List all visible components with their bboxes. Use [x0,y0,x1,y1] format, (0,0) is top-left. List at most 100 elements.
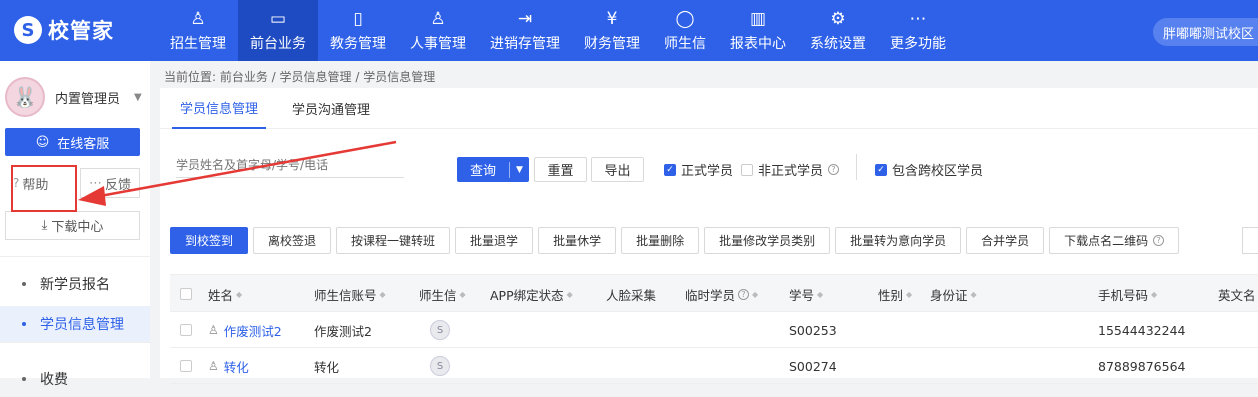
merge-students-button[interactable]: 合并学员 [966,227,1045,254]
nav-academic[interactable]: ▯ 教务管理 [318,0,398,61]
messaging-cell: S [430,348,450,384]
download-icon: ⤓ [41,218,48,233]
top-nav-bar: S 校管家 ♙ 招生管理 ▭ 前台业务 ▯ 教务管理 ♙ 人事管理 ⇥ 进销存管理 ¥ 财务… [0,0,1258,61]
sort-icon: ◆ [566,289,573,299]
reset-button[interactable]: 重置 [534,157,587,182]
report-icon: ▥ [749,9,767,29]
informal-student-checkbox[interactable]: 非正式学员 ? [741,160,840,179]
user-menu[interactable]: 🐰 内置管理员 ▼ [5,77,142,117]
check-in-button[interactable]: 到校签到 [170,227,249,254]
transfer-class-button[interactable]: 按课程一键转班 [336,227,451,254]
student-name-link[interactable]: ♙ 作废测试2 [208,312,282,348]
nav-inventory[interactable]: ⇥ 进销存管理 [478,0,572,61]
formal-student-checkbox[interactable]: ✓ 正式学员 [664,160,733,179]
campus-selector[interactable]: 胖嘟嘟测试校区 [1153,18,1258,46]
checkbox-checked-icon: ✓ [875,163,887,176]
sidebar-item-student-info[interactable]: 学员信息管理 [0,306,150,342]
col-id-card[interactable]: 身份证 ◆ [930,275,977,313]
book-icon: ▯ [353,9,363,29]
question-icon: ? [738,288,750,300]
cross-campus-checkbox[interactable]: ✓ 包含跨校区学员 [875,160,983,179]
student-no-cell: S00274 [789,358,837,374]
table-row[interactable]: ♙ 作废测试2 作废测试2 S S00253 15544432244 [170,312,1258,348]
checkbox-icon [741,163,753,176]
batch-delete-button[interactable]: 批量删除 [621,227,700,254]
logo[interactable]: S 校管家 [14,14,114,46]
sort-icon: ◆ [817,289,824,299]
tab-student-info[interactable]: 学员信息管理 [172,88,267,129]
tab-student-communication[interactable]: 学员沟通管理 [292,88,370,129]
bullet-icon [22,322,26,326]
batch-suspend-button[interactable]: 批量休学 [538,227,617,254]
online-service-button[interactable]: ☺ 在线客服 [5,128,140,156]
nav-finance[interactable]: ¥ 财务管理 [572,0,652,61]
checkbox-icon [180,288,192,300]
col-english-name[interactable]: 英文名 [1218,275,1256,313]
col-app-binding[interactable]: APP绑定状态 ◆ [490,275,573,313]
student-no-cell: S00253 [789,322,837,338]
help-highlight-box [11,165,77,212]
nav-hr[interactable]: ♙ 人事管理 [398,0,478,61]
account-cell: 转化 [314,359,340,375]
nav-more[interactable]: ⋯ 更多功能 [878,0,958,61]
col-phone[interactable]: 手机号码 ◆ [1098,275,1157,313]
sidebar-item-fees[interactable]: 收费 [0,361,150,397]
nav-messaging[interactable]: ◯ 师生信 [652,0,718,61]
download-center-button[interactable]: ⤓ 下载中心 [5,211,140,240]
nav-settings[interactable]: ⚙ 系统设置 [798,0,878,61]
batch-to-prospect-button[interactable]: 批量转为意向学员 [835,227,962,254]
row-checkbox[interactable] [180,312,192,348]
desk-icon: ▭ [269,9,287,29]
col-student-no[interactable]: 学号 ◆ [789,275,823,313]
col-name[interactable]: 姓名 ◆ [208,275,242,313]
divider [0,256,150,257]
student-table: 姓名 ◆ 师生信账号 ◆ 师生信 ◆ APP绑定状态 ◆ 人脸采集 临时学员? ◆ 学号 ◆… [170,274,1258,384]
logo-icon: S [14,16,42,44]
table-header: 姓名 ◆ 师生信账号 ◆ 师生信 ◆ APP绑定状态 ◆ 人脸采集 临时学员? ◆ 学号 ◆… [170,274,1258,312]
col-messaging[interactable]: 师生信 ◆ [419,275,466,313]
query-button[interactable]: 查询 ▼ [457,157,529,182]
col-temporary[interactable]: 临时学员? ◆ [685,275,758,313]
chevron-down-icon[interactable]: ▼ [510,165,529,175]
sort-icon: ◆ [236,289,243,299]
sort-icon: ◆ [906,289,913,299]
divider [856,154,857,180]
avatar: 🐰 [5,77,45,117]
col-face: 人脸采集 [606,287,657,303]
inventory-icon: ⇥ [517,9,533,29]
more-actions-button[interactable] [1242,227,1258,254]
table-row[interactable]: ♙ 转化 转化 S S00274 87889876564 [170,348,1258,384]
row-checkbox[interactable] [180,348,192,384]
sort-icon: ◆ [970,289,977,299]
checkbox-icon [180,360,192,372]
ellipsis-icon: ⋯ [89,175,102,191]
download-qrcode-button[interactable]: 下载点名二维码 ? [1049,227,1180,254]
nav-enrollment[interactable]: ♙ 招生管理 [158,0,238,61]
phone-cell: 87889876564 [1098,358,1186,374]
search-input[interactable] [176,154,404,176]
gear-icon: ⚙ [830,9,846,29]
bullet-icon [22,282,26,286]
account-cell: 作废测试2 [314,323,372,339]
check-out-button[interactable]: 离校签退 [253,227,332,254]
col-gender[interactable]: 性别 ◆ [878,275,912,313]
select-all-checkbox[interactable] [180,275,192,313]
student-name-link[interactable]: ♙ 转化 [208,348,249,384]
sidebar-item-new-enrollment[interactable]: 新学员报名 [0,266,150,302]
nav-front-desk[interactable]: ▭ 前台业务 [238,0,318,61]
sort-icon: ◆ [459,289,466,299]
question-icon[interactable]: ? [828,164,840,175]
question-icon: ? [1153,235,1165,246]
export-button[interactable]: 导出 [591,157,644,182]
nav-reports[interactable]: ▥ 报表中心 [718,0,798,61]
person-icon: ♙ [208,323,219,337]
tab-bar: 学员信息管理 学员沟通管理 [160,88,1258,129]
money-bag-icon: ¥ [606,9,618,29]
batch-edit-category-button[interactable]: 批量修改学员类别 [704,227,831,254]
sort-icon: ◆ [1151,289,1158,299]
feedback-button[interactable]: ⋯ 反馈 [80,168,140,198]
col-account[interactable]: 师生信账号 ◆ [314,275,386,313]
batch-withdraw-button[interactable]: 批量退学 [455,227,534,254]
app-logo-icon: S [430,356,450,376]
headset-icon: ☺ [35,134,50,150]
